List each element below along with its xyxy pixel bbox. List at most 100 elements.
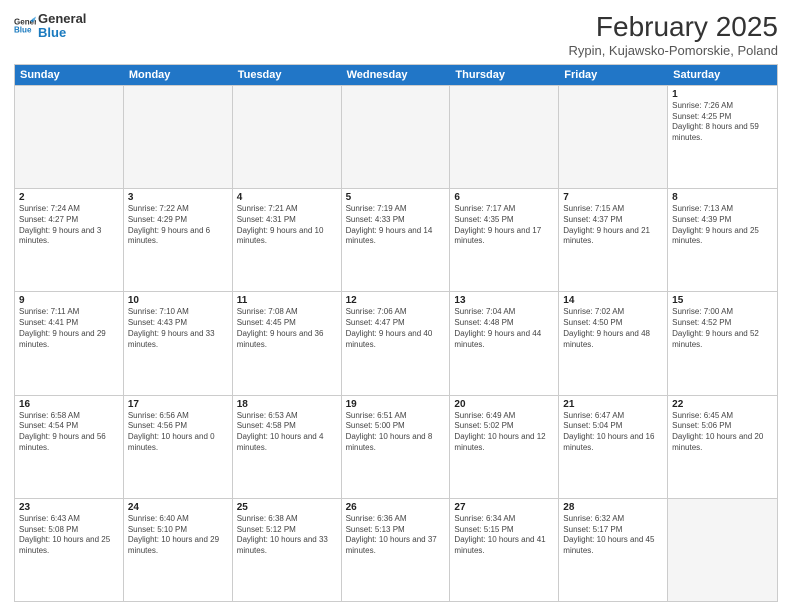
cal-cell: 2Sunrise: 7:24 AM Sunset: 4:27 PM Daylig…	[15, 189, 124, 291]
day-number: 24	[128, 502, 228, 513]
day-number: 1	[672, 89, 773, 100]
day-info: Sunrise: 6:51 AM Sunset: 5:00 PM Dayligh…	[346, 411, 446, 454]
day-info: Sunrise: 7:08 AM Sunset: 4:45 PM Dayligh…	[237, 307, 337, 350]
day-info: Sunrise: 6:40 AM Sunset: 5:10 PM Dayligh…	[128, 514, 228, 557]
cal-cell: 12Sunrise: 7:06 AM Sunset: 4:47 PM Dayli…	[342, 292, 451, 394]
cal-cell: 13Sunrise: 7:04 AM Sunset: 4:48 PM Dayli…	[450, 292, 559, 394]
logo-icon: General Blue	[14, 15, 36, 37]
day-number: 7	[563, 192, 663, 203]
header: General Blue General Blue February 2025 …	[14, 12, 778, 58]
cal-cell: 14Sunrise: 7:02 AM Sunset: 4:50 PM Dayli…	[559, 292, 668, 394]
cal-cell: 4Sunrise: 7:21 AM Sunset: 4:31 PM Daylig…	[233, 189, 342, 291]
cal-cell: 19Sunrise: 6:51 AM Sunset: 5:00 PM Dayli…	[342, 396, 451, 498]
cal-header-sunday: Sunday	[15, 65, 124, 85]
cal-cell	[342, 86, 451, 188]
day-info: Sunrise: 7:21 AM Sunset: 4:31 PM Dayligh…	[237, 204, 337, 247]
cal-cell: 15Sunrise: 7:00 AM Sunset: 4:52 PM Dayli…	[668, 292, 777, 394]
cal-cell	[559, 86, 668, 188]
day-number: 16	[19, 399, 119, 410]
day-number: 13	[454, 295, 554, 306]
day-number: 20	[454, 399, 554, 410]
day-info: Sunrise: 7:15 AM Sunset: 4:37 PM Dayligh…	[563, 204, 663, 247]
day-info: Sunrise: 6:38 AM Sunset: 5:12 PM Dayligh…	[237, 514, 337, 557]
day-number: 4	[237, 192, 337, 203]
day-number: 28	[563, 502, 663, 513]
cal-cell: 8Sunrise: 7:13 AM Sunset: 4:39 PM Daylig…	[668, 189, 777, 291]
day-number: 12	[346, 295, 446, 306]
cal-cell: 17Sunrise: 6:56 AM Sunset: 4:56 PM Dayli…	[124, 396, 233, 498]
day-number: 6	[454, 192, 554, 203]
day-number: 21	[563, 399, 663, 410]
subtitle: Rypin, Kujawsko-Pomorskie, Poland	[568, 43, 778, 58]
cal-cell: 5Sunrise: 7:19 AM Sunset: 4:33 PM Daylig…	[342, 189, 451, 291]
day-number: 9	[19, 295, 119, 306]
day-info: Sunrise: 6:43 AM Sunset: 5:08 PM Dayligh…	[19, 514, 119, 557]
day-info: Sunrise: 6:34 AM Sunset: 5:15 PM Dayligh…	[454, 514, 554, 557]
day-info: Sunrise: 6:58 AM Sunset: 4:54 PM Dayligh…	[19, 411, 119, 454]
day-info: Sunrise: 7:02 AM Sunset: 4:50 PM Dayligh…	[563, 307, 663, 350]
cal-cell	[15, 86, 124, 188]
day-info: Sunrise: 7:10 AM Sunset: 4:43 PM Dayligh…	[128, 307, 228, 350]
cal-cell: 23Sunrise: 6:43 AM Sunset: 5:08 PM Dayli…	[15, 499, 124, 601]
cal-cell: 26Sunrise: 6:36 AM Sunset: 5:13 PM Dayli…	[342, 499, 451, 601]
cal-cell	[233, 86, 342, 188]
cal-cell: 16Sunrise: 6:58 AM Sunset: 4:54 PM Dayli…	[15, 396, 124, 498]
logo-line1: General	[38, 12, 86, 26]
calendar-header: SundayMondayTuesdayWednesdayThursdayFrid…	[15, 65, 777, 85]
cal-week-1: 2Sunrise: 7:24 AM Sunset: 4:27 PM Daylig…	[15, 188, 777, 291]
day-number: 8	[672, 192, 773, 203]
day-info: Sunrise: 6:32 AM Sunset: 5:17 PM Dayligh…	[563, 514, 663, 557]
cal-cell: 7Sunrise: 7:15 AM Sunset: 4:37 PM Daylig…	[559, 189, 668, 291]
cal-cell: 22Sunrise: 6:45 AM Sunset: 5:06 PM Dayli…	[668, 396, 777, 498]
day-number: 27	[454, 502, 554, 513]
day-number: 19	[346, 399, 446, 410]
logo-line2: Blue	[38, 26, 86, 40]
cal-cell: 21Sunrise: 6:47 AM Sunset: 5:04 PM Dayli…	[559, 396, 668, 498]
title-area: February 2025 Rypin, Kujawsko-Pomorskie,…	[568, 12, 778, 58]
day-info: Sunrise: 7:26 AM Sunset: 4:25 PM Dayligh…	[672, 101, 773, 144]
cal-header-thursday: Thursday	[450, 65, 559, 85]
day-info: Sunrise: 7:00 AM Sunset: 4:52 PM Dayligh…	[672, 307, 773, 350]
day-number: 5	[346, 192, 446, 203]
day-info: Sunrise: 6:56 AM Sunset: 4:56 PM Dayligh…	[128, 411, 228, 454]
day-number: 10	[128, 295, 228, 306]
day-info: Sunrise: 6:49 AM Sunset: 5:02 PM Dayligh…	[454, 411, 554, 454]
day-number: 23	[19, 502, 119, 513]
day-info: Sunrise: 6:53 AM Sunset: 4:58 PM Dayligh…	[237, 411, 337, 454]
logo: General Blue General Blue	[14, 12, 86, 41]
cal-week-4: 23Sunrise: 6:43 AM Sunset: 5:08 PM Dayli…	[15, 498, 777, 601]
day-info: Sunrise: 6:45 AM Sunset: 5:06 PM Dayligh…	[672, 411, 773, 454]
cal-week-3: 16Sunrise: 6:58 AM Sunset: 4:54 PM Dayli…	[15, 395, 777, 498]
cal-header-saturday: Saturday	[668, 65, 777, 85]
day-info: Sunrise: 7:11 AM Sunset: 4:41 PM Dayligh…	[19, 307, 119, 350]
day-number: 14	[563, 295, 663, 306]
cal-cell	[668, 499, 777, 601]
svg-text:Blue: Blue	[14, 26, 32, 35]
main-title: February 2025	[568, 12, 778, 43]
day-info: Sunrise: 7:17 AM Sunset: 4:35 PM Dayligh…	[454, 204, 554, 247]
day-info: Sunrise: 7:24 AM Sunset: 4:27 PM Dayligh…	[19, 204, 119, 247]
day-number: 2	[19, 192, 119, 203]
cal-cell: 11Sunrise: 7:08 AM Sunset: 4:45 PM Dayli…	[233, 292, 342, 394]
page: General Blue General Blue February 2025 …	[0, 0, 792, 612]
day-number: 22	[672, 399, 773, 410]
cal-cell: 6Sunrise: 7:17 AM Sunset: 4:35 PM Daylig…	[450, 189, 559, 291]
cal-cell: 18Sunrise: 6:53 AM Sunset: 4:58 PM Dayli…	[233, 396, 342, 498]
cal-cell: 1Sunrise: 7:26 AM Sunset: 4:25 PM Daylig…	[668, 86, 777, 188]
day-info: Sunrise: 7:04 AM Sunset: 4:48 PM Dayligh…	[454, 307, 554, 350]
day-number: 26	[346, 502, 446, 513]
cal-header-tuesday: Tuesday	[233, 65, 342, 85]
calendar-body: 1Sunrise: 7:26 AM Sunset: 4:25 PM Daylig…	[15, 85, 777, 601]
cal-week-2: 9Sunrise: 7:11 AM Sunset: 4:41 PM Daylig…	[15, 291, 777, 394]
day-number: 17	[128, 399, 228, 410]
calendar: SundayMondayTuesdayWednesdayThursdayFrid…	[14, 64, 778, 602]
day-info: Sunrise: 6:36 AM Sunset: 5:13 PM Dayligh…	[346, 514, 446, 557]
cal-header-friday: Friday	[559, 65, 668, 85]
day-info: Sunrise: 7:06 AM Sunset: 4:47 PM Dayligh…	[346, 307, 446, 350]
day-number: 25	[237, 502, 337, 513]
cal-cell: 3Sunrise: 7:22 AM Sunset: 4:29 PM Daylig…	[124, 189, 233, 291]
day-number: 18	[237, 399, 337, 410]
cal-cell	[124, 86, 233, 188]
day-number: 11	[237, 295, 337, 306]
day-info: Sunrise: 7:22 AM Sunset: 4:29 PM Dayligh…	[128, 204, 228, 247]
